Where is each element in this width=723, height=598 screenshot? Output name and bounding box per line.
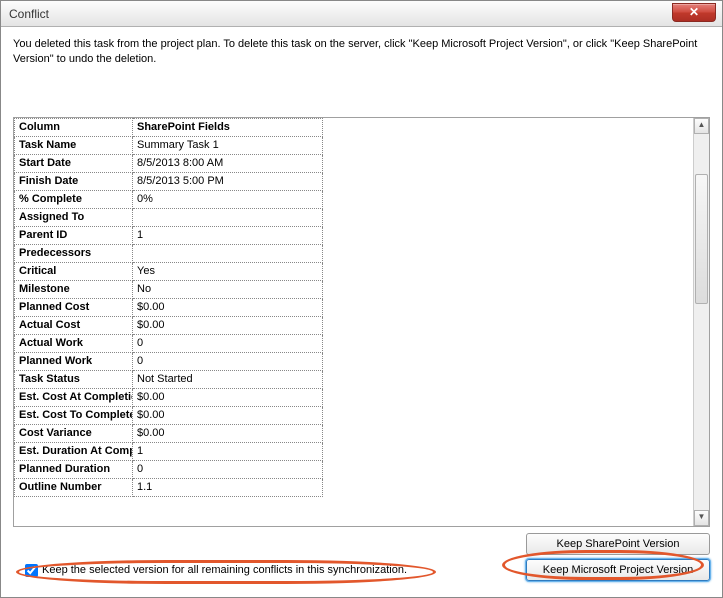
row-value: 0 [133, 352, 323, 370]
row-value: 8/5/2013 5:00 PM [133, 172, 323, 190]
keep-sharepoint-button[interactable]: Keep SharePoint Version [526, 533, 710, 555]
row-label: Task Name [15, 136, 133, 154]
conflict-message: You deleted this task from the project p… [13, 37, 710, 67]
table-row: % Complete0% [15, 190, 323, 208]
window-title: Conflict [9, 7, 49, 21]
row-value: 0% [133, 190, 323, 208]
row-label: Outline Number [15, 478, 133, 496]
row-label: Est. Cost To Complete [15, 406, 133, 424]
apply-all-label[interactable]: Keep the selected version for all remain… [42, 564, 407, 577]
row-value: 8/5/2013 8:00 AM [133, 154, 323, 172]
table-row: Outline Number1.1 [15, 478, 323, 496]
table-row: Actual Work0 [15, 334, 323, 352]
scroll-up-button[interactable]: ▲ [694, 118, 709, 134]
row-value [133, 244, 323, 262]
grid-header-column: Column [15, 118, 133, 136]
table-row: Task NameSummary Task 1 [15, 136, 323, 154]
table-row: CriticalYes [15, 262, 323, 280]
keep-ms-project-button[interactable]: Keep Microsoft Project Version [526, 559, 710, 581]
table-row: Est. Cost To Complete$0.00 [15, 406, 323, 424]
row-label: Critical [15, 262, 133, 280]
dialog-content: You deleted this task from the project p… [1, 27, 722, 597]
row-label: Planned Cost [15, 298, 133, 316]
table-row: Task StatusNot Started [15, 370, 323, 388]
row-label: Actual Cost [15, 316, 133, 334]
row-label: Task Status [15, 370, 133, 388]
table-row: Planned Work0 [15, 352, 323, 370]
row-value: 1 [133, 226, 323, 244]
row-label: Predecessors [15, 244, 133, 262]
row-label: % Complete [15, 190, 133, 208]
table-row: Start Date8/5/2013 8:00 AM [15, 154, 323, 172]
table-row: Planned Duration0 [15, 460, 323, 478]
table-row: Est. Cost At Completio$0.00 [15, 388, 323, 406]
titlebar: Conflict ✕ [1, 1, 722, 27]
table-row: Finish Date8/5/2013 5:00 PM [15, 172, 323, 190]
apply-all-checkbox[interactable] [25, 564, 38, 577]
grid-header-value: SharePoint Fields [133, 118, 323, 136]
close-button[interactable]: ✕ [672, 3, 716, 22]
row-value: $0.00 [133, 406, 323, 424]
conflict-grid: Column SharePoint Fields Task NameSummar… [14, 118, 323, 497]
row-value: 1 [133, 442, 323, 460]
row-value: 0 [133, 460, 323, 478]
row-value [133, 208, 323, 226]
row-value: Yes [133, 262, 323, 280]
row-label: Assigned To [15, 208, 133, 226]
scroll-thumb[interactable] [695, 174, 708, 304]
row-value: 0 [133, 334, 323, 352]
table-row: Parent ID1 [15, 226, 323, 244]
row-value: No [133, 280, 323, 298]
row-label: Start Date [15, 154, 133, 172]
table-row: Planned Cost$0.00 [15, 298, 323, 316]
close-icon: ✕ [689, 5, 699, 19]
row-value: Not Started [133, 370, 323, 388]
row-label: Cost Variance [15, 424, 133, 442]
table-row: Assigned To [15, 208, 323, 226]
conflict-grid-wrap: Column SharePoint Fields Task NameSummar… [13, 117, 710, 527]
row-label: Finish Date [15, 172, 133, 190]
row-value: $0.00 [133, 298, 323, 316]
row-label: Parent ID [15, 226, 133, 244]
row-label: Planned Duration [15, 460, 133, 478]
table-row: Predecessors [15, 244, 323, 262]
row-value: $0.00 [133, 388, 323, 406]
vertical-scrollbar[interactable]: ▲ ▼ [693, 118, 709, 526]
row-label: Planned Work [15, 352, 133, 370]
row-value: $0.00 [133, 316, 323, 334]
scroll-track[interactable] [694, 134, 709, 510]
table-row: MilestoneNo [15, 280, 323, 298]
row-value: $0.00 [133, 424, 323, 442]
row-value: 1.1 [133, 478, 323, 496]
row-label: Est. Cost At Completio [15, 388, 133, 406]
row-label: Milestone [15, 280, 133, 298]
row-label: Est. Duration At Comp [15, 442, 133, 460]
conflict-grid-area: Column SharePoint Fields Task NameSummar… [14, 118, 693, 526]
row-value: Summary Task 1 [133, 136, 323, 154]
row-label: Actual Work [15, 334, 133, 352]
grid-header-row: Column SharePoint Fields [15, 118, 323, 136]
table-row: Cost Variance$0.00 [15, 424, 323, 442]
scroll-down-button[interactable]: ▼ [694, 510, 709, 526]
table-row: Actual Cost$0.00 [15, 316, 323, 334]
apply-all-checkbox-row: Keep the selected version for all remain… [25, 564, 407, 577]
dialog-bottom: Keep SharePoint Version Keep Microsoft P… [13, 527, 710, 585]
table-row: Est. Duration At Comp1 [15, 442, 323, 460]
